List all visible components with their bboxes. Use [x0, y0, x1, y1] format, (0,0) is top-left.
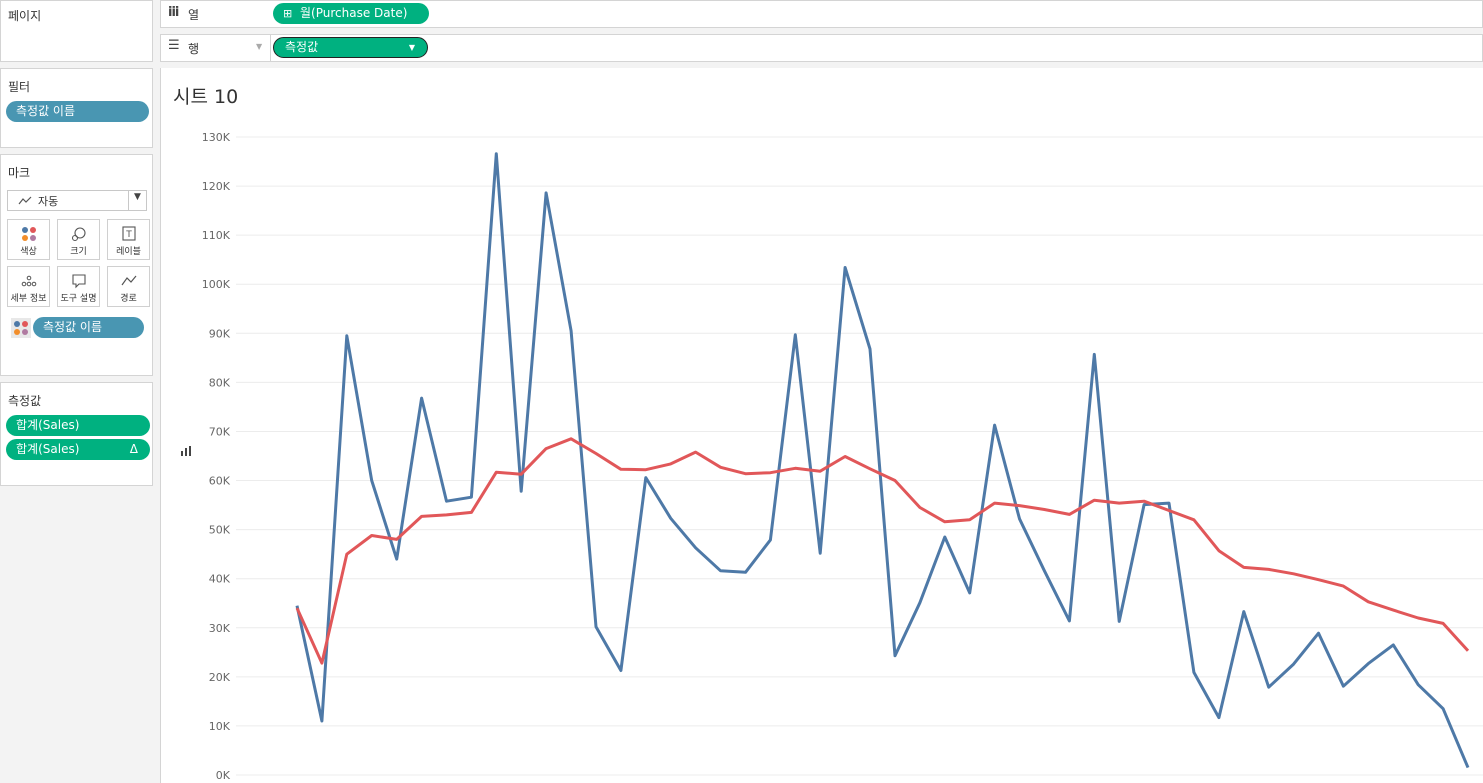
columns-shelf[interactable]: iii 열 ⊞ 월(Purchase Date): [160, 0, 1483, 28]
chart-gridlines: [236, 136, 1483, 776]
size-icon: [71, 227, 86, 242]
measure-values-axis-icon: [181, 446, 191, 456]
rows-shelf-divider: [270, 35, 271, 61]
mark-type-label: 자동: [38, 195, 59, 208]
y-tick-label: 60K: [209, 475, 231, 488]
y-tick-label: 70K: [209, 425, 231, 438]
color-pill-label: 측정값 이름: [43, 320, 103, 334]
columns-icon: iii: [168, 5, 179, 20]
chart-series: [295, 152, 1470, 769]
y-axis-ticks: 0K 10K 20K 30K 40K 50K 60K 70K 80K 90K 100K 110K 120…: [202, 131, 231, 782]
worksheet-view[interactable]: 시트 10 0K 10K 20K 30K 40K 50K 60K 70K 80K 90K 100K 1…: [160, 68, 1483, 783]
path-button[interactable]: 경로: [107, 266, 150, 307]
table-calc-delta-icon: Δ: [129, 442, 138, 456]
size-button[interactable]: 크기: [57, 219, 100, 260]
y-tick-label: 130K: [202, 131, 231, 144]
color-legend-icon: [11, 318, 31, 338]
line-mark-icon: [18, 196, 32, 205]
dropdown-divider: [128, 191, 129, 210]
measure-pill-label: 합계(Sales): [16, 418, 80, 432]
y-tick-label: 20K: [209, 671, 231, 684]
y-tick-label: 120K: [202, 180, 231, 193]
pages-panel-title: 페이지: [8, 9, 42, 23]
marks-panel-title: 마크: [8, 166, 31, 180]
y-tick-label: 10K: [209, 720, 231, 733]
measure-pill-label: 합계(Sales): [16, 442, 80, 456]
columns-shelf-label: 열: [188, 8, 200, 22]
color-pill-measure-names[interactable]: 측정값 이름: [33, 317, 144, 338]
y-tick-label: 90K: [209, 327, 231, 340]
detail-dots-icon: [21, 275, 36, 287]
chevron-down-icon: ▼: [134, 192, 141, 202]
pages-panel[interactable]: 페이지: [0, 0, 153, 62]
text-label-icon: T: [121, 226, 136, 241]
rows-pill-label: 측정값: [285, 40, 319, 54]
tooltip-button[interactable]: 도구 설명: [57, 266, 100, 307]
rows-list-icon: ☰: [168, 38, 180, 53]
measure-pill-sales[interactable]: 합계(Sales): [6, 415, 150, 436]
chevron-down-icon: ▼: [408, 43, 415, 52]
label-button[interactable]: T 레이블: [107, 219, 150, 260]
line-chart[interactable]: 0K 10K 20K 30K 40K 50K 60K 70K 80K 90K 100K 110K 120…: [161, 68, 1483, 783]
filters-panel[interactable]: 필터 측정값 이름: [0, 68, 153, 148]
measure-values-panel[interactable]: 측정값 합계(Sales) 합계(Sales) Δ: [0, 382, 153, 486]
y-tick-label: 40K: [209, 573, 231, 586]
y-tick-label: 110K: [202, 229, 231, 242]
filters-panel-title: 필터: [8, 80, 31, 94]
mark-type-dropdown[interactable]: 자동 ▼: [7, 190, 147, 211]
filter-pill-label: 측정값 이름: [16, 104, 76, 118]
y-tick-label: 100K: [202, 278, 231, 291]
y-tick-label: 30K: [209, 622, 231, 635]
marks-panel[interactable]: 마크 자동 ▼ 색상 크기 T 레이블 세부 정보 도구 설명 경로 측정값 이…: [0, 154, 153, 376]
color-button-label: 색상: [20, 247, 37, 257]
detail-button[interactable]: 세부 정보: [7, 266, 50, 307]
expand-field-icon: ⊞: [283, 7, 293, 20]
path-button-label: 경로: [120, 294, 137, 304]
measure-values-title: 측정값: [8, 394, 42, 408]
series-line-1[interactable]: [295, 152, 1470, 769]
color-dots-icon: [21, 227, 36, 241]
filter-pill-measure-names[interactable]: 측정값 이름: [6, 101, 149, 122]
color-button[interactable]: 색상: [7, 219, 50, 260]
y-tick-label: 0K: [216, 769, 231, 782]
svg-text:T: T: [125, 230, 132, 240]
y-tick-label: 80K: [209, 376, 231, 389]
columns-pill-month-purchase-date[interactable]: ⊞ 월(Purchase Date): [273, 3, 429, 24]
y-tick-label: 50K: [209, 524, 231, 537]
rows-shelf-label: 행: [188, 42, 200, 56]
label-button-label: 레이블: [116, 247, 141, 257]
size-button-label: 크기: [70, 247, 87, 257]
rows-pill-measure-values[interactable]: 측정값 ▼: [273, 37, 428, 58]
path-line-icon: [121, 275, 136, 286]
tooltip-icon: [71, 274, 86, 289]
tooltip-button-label: 도구 설명: [60, 294, 97, 304]
rows-shelf-dropdown-icon[interactable]: ▼: [256, 42, 262, 51]
detail-button-label: 세부 정보: [10, 294, 47, 304]
measure-pill-sales-moving-avg[interactable]: 합계(Sales) Δ: [6, 439, 150, 460]
rows-shelf[interactable]: ☰ 행 ▼ 측정값 ▼: [160, 34, 1483, 62]
columns-pill-label: 월(Purchase Date): [300, 6, 408, 20]
